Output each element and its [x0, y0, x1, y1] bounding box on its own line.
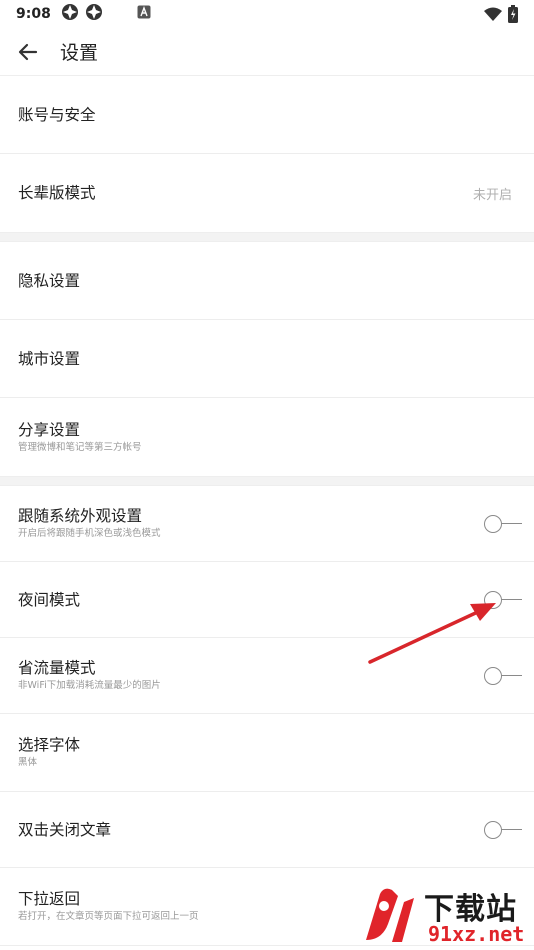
night-mode-toggle[interactable] — [484, 590, 524, 610]
wifi-icon — [484, 7, 502, 25]
settings-item-privacy[interactable]: 隐私设置 — [0, 242, 534, 320]
double-tap-close-toggle[interactable] — [484, 820, 524, 840]
settings-item-title: 账号与安全 — [18, 105, 96, 124]
settings-item-subtitle: 若打开，在文章页等页面下拉可返回上一页 — [18, 911, 199, 922]
settings-item-city[interactable]: 城市设置 — [0, 320, 534, 398]
sync-icon — [61, 3, 79, 25]
settings-item-title: 省流量模式 — [18, 659, 96, 677]
sync-icon — [85, 3, 103, 25]
battery-charging-icon — [508, 5, 518, 27]
settings-item-elder-mode[interactable]: 长辈版模式 未开启 — [0, 154, 534, 232]
elder-mode-status: 未开启 — [472, 187, 512, 203]
settings-item-title: 选择字体 — [18, 736, 81, 754]
settings-item-night-mode[interactable]: 夜间模式 — [0, 562, 534, 638]
settings-item-title: 长辈版模式 — [18, 184, 96, 202]
arrow-left-icon — [18, 43, 38, 60]
page-title: 设置 — [60, 42, 99, 64]
settings-item-pull-to-return[interactable]: 下拉返回 若打开，在文章页等页面下拉可返回上一页 — [0, 868, 534, 946]
settings-item-subtitle: 管理微博和笔记等第三方帐号 — [18, 441, 142, 453]
settings-item-subtitle: 黑体 — [18, 757, 38, 768]
app-bar: 设置 — [0, 28, 534, 76]
settings-item-share[interactable]: 分享设置 管理微博和笔记等第三方帐号 — [0, 398, 534, 476]
settings-item-font[interactable]: 选择字体 黑体 — [0, 714, 534, 792]
status-time: 9:08 — [16, 6, 51, 22]
status-bar: 9:08 — [0, 0, 534, 28]
settings-item-title: 下拉返回 — [18, 890, 81, 908]
settings-item-subtitle: 开启后将跟随手机深色或浅色模式 — [18, 528, 161, 539]
settings-item-subtitle: 非WiFi下加载消耗流量最少的图片 — [18, 680, 161, 691]
settings-item-account-security[interactable]: 账号与安全 — [0, 76, 534, 154]
settings-item-title: 隐私设置 — [18, 271, 81, 290]
follow-system-toggle[interactable] — [484, 514, 524, 534]
settings-item-follow-system-appearance[interactable]: 跟随系统外观设置 开启后将跟随手机深色或浅色模式 — [0, 486, 534, 562]
back-button[interactable] — [16, 40, 40, 64]
settings-item-title: 夜间模式 — [18, 590, 81, 609]
settings-item-data-saver[interactable]: 省流量模式 非WiFi下加载消耗流量最少的图片 — [0, 638, 534, 714]
section-divider — [0, 232, 534, 242]
settings-item-title: 跟随系统外观设置 — [18, 507, 143, 525]
section-divider — [0, 476, 534, 486]
settings-item-title: 城市设置 — [18, 349, 81, 368]
settings-item-title: 双击关闭文章 — [18, 820, 112, 839]
settings-item-title: 分享设置 — [18, 420, 81, 439]
data-saver-toggle[interactable] — [484, 666, 524, 686]
settings-item-double-tap-close[interactable]: 双击关闭文章 — [0, 792, 534, 868]
notification-a-icon — [137, 5, 151, 23]
